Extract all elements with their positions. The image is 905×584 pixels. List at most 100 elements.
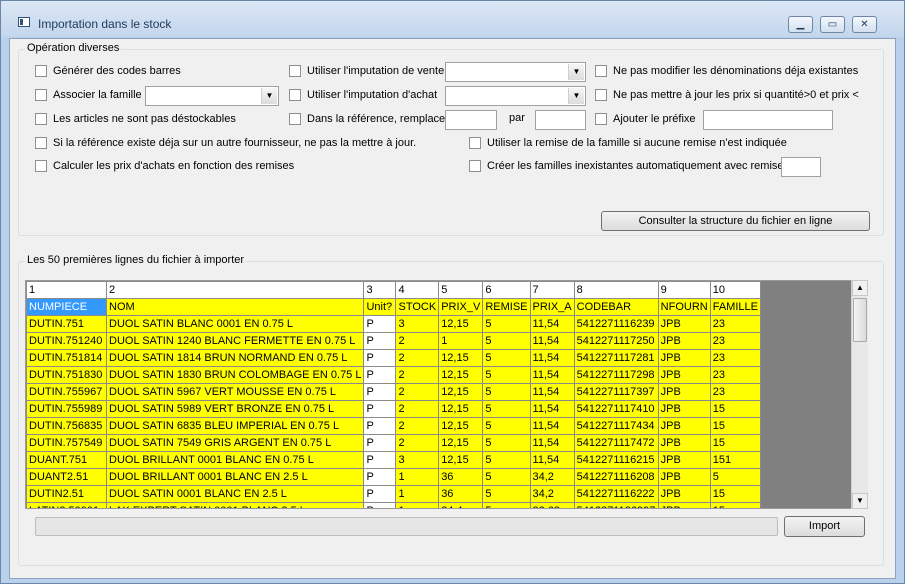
table-cell[interactable]: 5 (709, 468, 761, 486)
table-cell[interactable]: 5 (482, 502, 531, 508)
table-cell[interactable]: 5 (482, 468, 531, 486)
table-cell[interactable]: P (363, 502, 397, 508)
table-cell[interactable]: 5 (482, 383, 531, 401)
table-cell[interactable]: 5412271117281 (573, 349, 659, 367)
header-cell[interactable]: STOCK (395, 298, 440, 316)
table-cell[interactable]: 151 (709, 451, 761, 469)
table-cell[interactable]: DUTIN.751830 (26, 366, 107, 384)
table-cell[interactable]: DUOL SATIN 5989 VERT BRONZE EN 0.75 L (105, 400, 365, 418)
table-cell[interactable]: 5 (482, 366, 531, 384)
table-cell[interactable]: DUTIN.755989 (26, 400, 107, 418)
header-cell[interactable]: FAMILLE (709, 298, 761, 316)
table-cell[interactable]: JPB (657, 434, 711, 452)
par-input[interactable] (535, 110, 586, 130)
table-cell[interactable]: JPB (657, 332, 711, 350)
table-cell[interactable]: 11,54 (529, 366, 575, 384)
table-cell[interactable]: 1 (395, 502, 440, 508)
table-cell[interactable]: 5 (482, 400, 531, 418)
table-cell[interactable]: 2 (395, 417, 440, 435)
scroll-down-icon[interactable]: ▼ (852, 493, 868, 509)
table-cell[interactable]: 12,15 (438, 400, 484, 418)
header-cell[interactable]: NUMPIECE (26, 298, 107, 316)
table-cell[interactable]: 11,54 (529, 332, 575, 350)
table-cell[interactable]: P (363, 315, 397, 333)
table-cell[interactable]: DUTIN2.51 (26, 485, 107, 503)
table-cell[interactable]: P (363, 400, 397, 418)
table-cell[interactable]: 12,15 (438, 366, 484, 384)
scroll-up-icon[interactable]: ▲ (852, 280, 868, 296)
table-cell[interactable]: 15 (709, 400, 761, 418)
header-cell[interactable]: REMISE (482, 298, 531, 316)
scrollbar-thumb[interactable] (853, 298, 867, 342)
ajouter-prefixe-checkbox[interactable]: Ajouter le préfixe (595, 113, 696, 125)
table-cell[interactable]: 5412271117250 (573, 332, 659, 350)
table-cell[interactable]: 5 (482, 332, 531, 350)
table-cell[interactable]: JPB (657, 383, 711, 401)
table-cell[interactable]: DUOL SATIN 1814 BRUN NORMAND EN 0.75 L (105, 349, 365, 367)
prefixe-input[interactable] (703, 110, 833, 130)
table-cell[interactable]: P (363, 349, 397, 367)
header-cell[interactable]: NFOURN (657, 298, 711, 316)
table-cell[interactable]: 2 (395, 332, 440, 350)
table-cell[interactable]: 23 (709, 315, 761, 333)
utiliser-remise-checkbox[interactable]: Utiliser la remise de la famille si aucu… (469, 137, 787, 149)
table-cell[interactable]: DUOL SATIN 1830 BRUN COLOMBAGE EN 0.75 L (105, 366, 365, 384)
articles-non-destockables-checkbox[interactable]: Les articles ne sont pas déstockables (35, 113, 236, 125)
table-cell[interactable]: 5412271116239 (573, 315, 659, 333)
table-cell[interactable]: LATIN2.50001 (26, 502, 107, 508)
table-cell[interactable]: JPB (657, 485, 711, 503)
table-cell[interactable]: DUTIN.751814 (26, 349, 107, 367)
table-cell[interactable]: 11,54 (529, 400, 575, 418)
table-cell[interactable]: 5412271186997 (573, 502, 659, 508)
table-cell[interactable]: 32,68 (529, 502, 575, 508)
table-cell[interactable]: 23 (709, 366, 761, 384)
table-cell[interactable]: 2 (395, 383, 440, 401)
table-cell[interactable]: 15 (709, 417, 761, 435)
table-cell[interactable]: DUOL SATIN 6835 BLEU IMPERIAL EN 0.75 L (105, 417, 365, 435)
table-cell[interactable]: 2 (395, 434, 440, 452)
table-cell[interactable]: 12,15 (438, 349, 484, 367)
table-cell[interactable]: 5412271116222 (573, 485, 659, 503)
table-cell[interactable]: 12,15 (438, 451, 484, 469)
table-cell[interactable]: 5412271117434 (573, 417, 659, 435)
table-cell[interactable]: P (363, 332, 397, 350)
minimize-button[interactable]: ▁ (788, 16, 813, 33)
table-cell[interactable]: DUOL SATIN 0001 BLANC EN 2.5 L (105, 485, 365, 503)
table-cell[interactable]: 36 (438, 468, 484, 486)
table-cell[interactable]: 34,2 (529, 468, 575, 486)
table-cell[interactable]: 12,15 (438, 417, 484, 435)
consulter-structure-button[interactable]: Consulter la structure du fichier en lig… (601, 211, 870, 231)
table-cell[interactable]: 5412271117298 (573, 366, 659, 384)
table-cell[interactable]: DUTIN.755967 (26, 383, 107, 401)
table-cell[interactable]: 15 (709, 434, 761, 452)
table-cell[interactable]: P (363, 451, 397, 469)
associer-famille-checkbox[interactable]: Associer la famille (35, 89, 142, 101)
table-cell[interactable]: 2 (395, 366, 440, 384)
header-cell[interactable]: NOM (105, 298, 365, 316)
table-cell[interactable]: JPB (657, 349, 711, 367)
table-cell[interactable]: DUOL SATIN BLANC 0001 EN 0.75 L (105, 315, 365, 333)
header-cell[interactable]: CODEBAR (573, 298, 659, 316)
table-cell[interactable]: DUOL SATIN 5967 VERT MOUSSE EN 0.75 L (105, 383, 365, 401)
table-cell[interactable]: 11,54 (529, 315, 575, 333)
table-cell[interactable]: DUTIN.751 (26, 315, 107, 333)
header-cell[interactable]: PRIX_A (529, 298, 575, 316)
table-cell[interactable]: 5 (482, 451, 531, 469)
table-cell[interactable]: 5 (482, 417, 531, 435)
table-cell[interactable]: 5 (482, 434, 531, 452)
table-cell[interactable]: 1 (395, 485, 440, 503)
header-cell[interactable]: Unit? (363, 298, 397, 316)
table-cell[interactable]: P (363, 383, 397, 401)
table-cell[interactable]: DUTIN.751240 (26, 332, 107, 350)
table-cell[interactable]: 12,15 (438, 434, 484, 452)
table-cell[interactable]: P (363, 468, 397, 486)
imputation-vente-checkbox[interactable]: Utiliser l'imputation de vente (289, 65, 444, 77)
table-cell[interactable]: DUOL BRILLANT 0001 BLANC EN 0.75 L (105, 451, 365, 469)
preview-grid[interactable]: 1 2 3 4 5 6 7 8 9 10 NUMPIECE NOM Unit? STOCK PRIX_V RE… (25, 280, 867, 509)
table-cell[interactable]: DUOL SATIN 1240 BLANC FERMETTE EN 0.75 L (105, 332, 365, 350)
table-cell[interactable]: 5412271116208 (573, 468, 659, 486)
table-cell[interactable]: 2 (395, 349, 440, 367)
table-cell[interactable]: DUOL BRILLANT 0001 BLANC EN 2.5 L (105, 468, 365, 486)
ne-pas-mettre-a-jour-checkbox[interactable]: Ne pas mettre à jour les prix si quantit… (595, 89, 859, 101)
table-cell[interactable]: DUOL SATIN 7549 GRIS ARGENT EN 0.75 L (105, 434, 365, 452)
